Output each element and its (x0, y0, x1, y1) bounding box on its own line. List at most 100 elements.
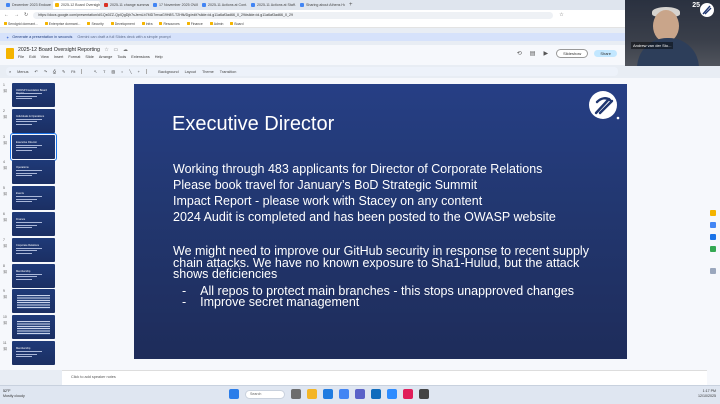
keep-icon[interactable] (710, 210, 716, 216)
bookmark-item[interactable]: Security (87, 22, 104, 26)
speaker-notes-placeholder[interactable]: Click to add speaker notes (71, 375, 116, 379)
filmstrip-slide[interactable]: 5 ⛓ Events (3, 186, 57, 213)
slide-thumbnail[interactable]: Individuals & Operations (12, 108, 55, 133)
bookmark-item[interactable]: Board (230, 22, 243, 26)
line-icon[interactable]: ╲ (129, 69, 131, 74)
filmstrip-slide[interactable]: 4 ⛓ Operations (3, 160, 57, 187)
filmstrip-slide[interactable]: 11 ⛓ Membership (3, 341, 57, 368)
speaker-notes[interactable]: Click to add speaker notes (62, 370, 707, 385)
browser-tab[interactable]: December 2023 Endowment... (4, 1, 51, 9)
gemini-banner[interactable]: ✦ Generate a presentation in seconds Gem… (0, 33, 625, 41)
filmstrip-slide[interactable]: 8 ⛓ Membership (3, 263, 57, 291)
slide-thumbnail[interactable]: OWASP Foundation Board Report (12, 83, 55, 107)
print-icon[interactable]: ⎙ (53, 70, 56, 74)
menu-item-slide[interactable]: Slide (85, 55, 93, 59)
history-icon[interactable]: ⟲ (517, 50, 522, 57)
slack-icon[interactable] (403, 389, 413, 399)
image-icon[interactable]: ▨ (111, 69, 115, 74)
shape-icon[interactable]: ○ (121, 70, 123, 74)
menu-item-tools[interactable]: Tools (117, 55, 126, 59)
teams-icon[interactable] (355, 389, 365, 399)
back-icon[interactable]: ← (4, 12, 9, 18)
zoom-select[interactable]: Fit (71, 70, 75, 74)
browser-tab[interactable]: 2025-12 Board Oversight Repo... (53, 1, 100, 9)
move-folder-icon[interactable]: ▭ (113, 47, 118, 53)
slide-thumbnail[interactable]: Membership (12, 341, 55, 365)
transition-button[interactable]: Transition (220, 70, 237, 74)
menu-item-insert[interactable]: Insert (54, 55, 64, 59)
bookmark-item[interactable]: Enterprise dormant... (44, 22, 80, 26)
slide-thumbnail[interactable]: Membership (12, 263, 55, 288)
menu-item-arrange[interactable]: Arrange (99, 55, 113, 59)
filmstrip-slide[interactable]: 6 ⛓ Finance (3, 212, 57, 239)
menu-item-format[interactable]: Format (68, 55, 80, 59)
menu-item-help[interactable]: Help (155, 55, 163, 59)
filmstrip-slide[interactable]: 1 ⛓ OWASP Foundation Board Report (3, 83, 57, 110)
filmstrip-slide[interactable]: 3 ⛓ Executive Director (3, 132, 57, 162)
cloud-saved-icon[interactable]: ☁ (123, 47, 128, 53)
slide-thumbnail[interactable] (12, 315, 55, 340)
slide-thumbnail[interactable] (12, 289, 55, 314)
textbox-icon[interactable]: T (103, 70, 105, 74)
paint-format-icon[interactable]: ✎ (62, 69, 65, 74)
menu-item-extensions[interactable]: Extensions (131, 55, 150, 59)
taskbar-search[interactable]: Search (245, 389, 285, 399)
menus-search[interactable]: Menus (17, 70, 28, 74)
edge-icon[interactable] (323, 389, 333, 399)
weather-widget[interactable]: 52°F Mostly cloudy (3, 389, 25, 398)
comments-icon[interactable]: ▤ (530, 50, 536, 57)
bookmark-item[interactable]: Finance (186, 22, 203, 26)
redo-icon[interactable]: ↷ (44, 69, 47, 74)
meet-icon[interactable]: ▶ (543, 50, 548, 57)
start-icon[interactable] (229, 389, 239, 399)
file-explorer-icon[interactable] (307, 389, 317, 399)
browser-tab[interactable]: 17 November 2025 OWASP Exec... (151, 1, 198, 9)
task-view-icon[interactable] (291, 389, 301, 399)
browser-tab[interactable]: 2025-11 Actions at Staff... (249, 1, 296, 9)
forward-icon[interactable]: → (14, 12, 19, 18)
slide-thumbnail[interactable]: Executive Director (10, 132, 57, 161)
url-input[interactable]: https://docs.google.com/presentation/d/1… (33, 11, 554, 19)
maps-icon[interactable] (710, 246, 716, 252)
zoom-icon[interactable] (387, 389, 397, 399)
browser-tab[interactable]: 2025-11 change summary.pdf (102, 1, 149, 9)
share-button[interactable]: Share (594, 50, 617, 57)
slide-thumbnail[interactable]: Operations (12, 160, 55, 185)
select-icon[interactable]: ↖ (94, 69, 97, 74)
slide-thumbnail[interactable]: Finance (12, 212, 55, 236)
background-button[interactable]: Background (158, 70, 178, 74)
new-tab-icon[interactable]: + (349, 2, 353, 8)
star-icon[interactable]: ☆ (104, 47, 109, 53)
slide-thumbnail[interactable]: Corporate Relations (12, 237, 55, 262)
menu-item-file[interactable]: File (18, 55, 24, 59)
browser-tab[interactable]: Sharing about Athens Homepage... (298, 1, 345, 9)
bookmark-item[interactable]: Sendgrid dormant... (4, 22, 38, 26)
undo-icon[interactable]: ↶ (35, 69, 38, 74)
add-addon-icon[interactable] (710, 268, 716, 274)
bookmark-item[interactable]: Admin (209, 22, 223, 26)
tasks-icon[interactable] (710, 222, 716, 228)
browser-tab[interactable]: 2025-11 Actions at Cont... (200, 1, 247, 9)
bookmark-item[interactable]: Resources (159, 22, 180, 26)
terminal-icon[interactable] (419, 389, 429, 399)
slide-title[interactable]: Executive Director (172, 113, 334, 136)
slide-thumbnail[interactable]: Events (12, 186, 55, 211)
comment-add-icon[interactable]: + (138, 70, 140, 74)
filmstrip-slide[interactable]: 2 ⛓ Individuals & Operations (3, 108, 57, 136)
slides-logo-icon[interactable] (6, 48, 14, 59)
bookmark-item[interactable]: Development (110, 22, 135, 26)
system-clock[interactable]: 1:17 PM 12/10/2025 (698, 389, 716, 398)
search-icon[interactable]: ⌕ (9, 70, 11, 74)
reload-icon[interactable]: ↻ (24, 12, 28, 18)
chrome-icon[interactable] (339, 389, 349, 399)
filmstrip-slide[interactable]: 7 ⛓ Corporate Relations (3, 237, 57, 265)
current-slide[interactable]: Executive Director Working through 483 a… (134, 84, 627, 359)
outlook-icon[interactable] (371, 389, 381, 399)
filmstrip-slide[interactable]: 9 ⛓ (3, 289, 57, 316)
filmstrip-slide[interactable]: 10 ⛓ (3, 315, 57, 342)
menu-item-view[interactable]: View (41, 55, 49, 59)
bookmark-item[interactable]: Infra (141, 22, 152, 26)
star-icon[interactable]: ☆ (559, 12, 563, 18)
document-title[interactable]: 2025-12 Board Oversight Reporting (18, 47, 100, 53)
slide-filmstrip[interactable]: 1⛓OWASP Foundation Board Report2⛓Individ… (0, 78, 62, 370)
